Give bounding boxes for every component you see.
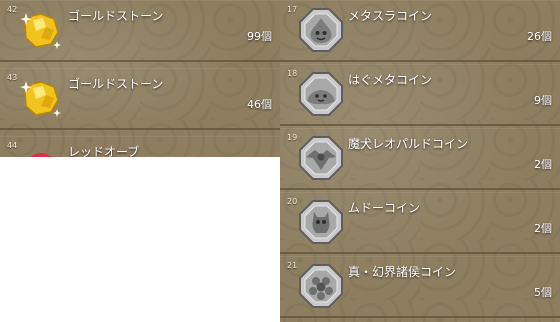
item-name: 真・幻界諸侯コイン bbox=[348, 265, 457, 279]
list-item[interactable]: 44 レッドオーブ bbox=[0, 136, 280, 157]
list-item[interactable]: 42 ゴールドストーン 99個 bbox=[0, 0, 280, 62]
illusion-lords-coin-icon bbox=[296, 261, 346, 311]
item-list-left: 42 ゴールドストーン 99個 43 ゴールドストーン 46個 44 レッドオー… bbox=[0, 0, 280, 157]
item-name: ゴールドストーン bbox=[68, 77, 164, 91]
item-name: ゴールドストーン bbox=[68, 9, 164, 23]
list-item[interactable]: 18 はぐメタコイン 9個 bbox=[280, 64, 560, 126]
item-name: はぐメタコイン bbox=[348, 73, 433, 87]
gold-stone-icon bbox=[16, 73, 66, 123]
item-count: 2個 bbox=[534, 158, 552, 171]
item-count: 46個 bbox=[247, 98, 272, 111]
gold-stone-icon bbox=[16, 5, 66, 55]
item-count: 99個 bbox=[247, 30, 272, 43]
item-name: メタスラコイン bbox=[348, 9, 433, 23]
list-item[interactable]: 21 真・幻界諸侯コイン 5個 bbox=[280, 256, 560, 318]
item-count: 9個 bbox=[534, 94, 552, 107]
list-item[interactable]: 20 ムドーコイン 2個 bbox=[280, 192, 560, 254]
liquid-metal-slime-coin-icon bbox=[296, 69, 346, 119]
metal-slime-coin-icon bbox=[296, 5, 346, 55]
list-item[interactable]: 19 魔犬レオパルドコイン 2個 bbox=[280, 128, 560, 190]
item-list-right: 17 メタスラコイン 26個 18 はぐメタコイン 9個 19 魔犬レオパルドコ… bbox=[280, 0, 560, 322]
list-item[interactable]: 17 メタスラコイン 26個 bbox=[280, 0, 560, 62]
red-orb-icon bbox=[16, 141, 66, 157]
item-name: ムドーコイン bbox=[348, 201, 421, 215]
item-name: レッドオーブ bbox=[68, 145, 140, 157]
list-item[interactable]: 43 ゴールドストーン 46個 bbox=[0, 68, 280, 130]
leopard-dog-coin-icon bbox=[296, 133, 346, 183]
item-name: 魔犬レオパルドコイン bbox=[348, 137, 469, 151]
item-count: 2個 bbox=[534, 222, 552, 235]
item-count: 26個 bbox=[527, 30, 552, 43]
item-count: 5個 bbox=[534, 286, 552, 299]
mudo-coin-icon bbox=[296, 197, 346, 247]
